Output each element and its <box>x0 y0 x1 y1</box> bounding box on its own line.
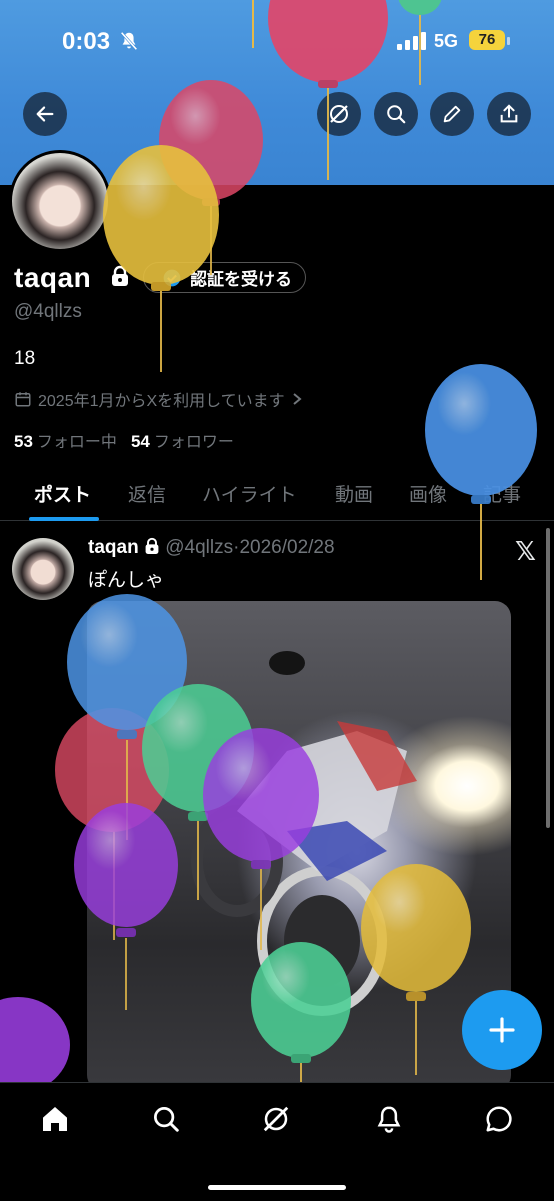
motorcycle-photo <box>191 651 417 1016</box>
tab-replies[interactable]: 返信 <box>128 480 166 507</box>
search-icon <box>387 105 406 124</box>
get-verified-button[interactable]: 認証を受ける <box>143 262 306 293</box>
post-avatar[interactable] <box>12 538 74 600</box>
post-author-handle: @4qllzs <box>165 537 234 558</box>
grok-button[interactable] <box>317 92 361 136</box>
status-time: 0:03 <box>62 28 111 55</box>
post-date: 2026/02/28 <box>239 537 335 558</box>
chevron-right-icon <box>293 393 302 405</box>
back-arrow-icon <box>36 106 54 122</box>
tab-articles[interactable]: 記事 <box>483 480 521 507</box>
messages-icon <box>486 1106 512 1132</box>
x-logo-icon: 𝕏 <box>515 536 536 566</box>
nav-home[interactable] <box>35 1099 75 1139</box>
nav-search[interactable] <box>146 1099 186 1139</box>
nav-grok[interactable] <box>256 1099 296 1139</box>
tab-posts[interactable]: ポスト <box>34 480 91 507</box>
plus-icon <box>489 1017 515 1043</box>
home-indicator <box>208 1185 346 1190</box>
grok-icon <box>263 1106 289 1132</box>
verify-label: 認証を受ける <box>190 270 292 289</box>
profile-tabs: ポスト 返信 ハイライト 動画 画像 記事 <box>0 470 554 521</box>
profile-bio: 18 <box>14 348 36 369</box>
cellular-signal-icon <box>397 32 427 55</box>
following-count: 53 <box>14 432 33 451</box>
follow-stats: 53 フォロー中 54 フォロワー <box>14 428 234 452</box>
balloon-purple-3 <box>0 997 70 1093</box>
profile-handle: @4qllzs <box>14 301 82 322</box>
calendar-icon <box>15 392 31 407</box>
tab-images[interactable]: 画像 <box>409 480 447 507</box>
edit-button[interactable] <box>430 92 474 136</box>
share-button[interactable] <box>487 92 531 136</box>
followers-label: フォロワー <box>153 434 234 451</box>
lock-icon <box>145 537 159 554</box>
network-type: 5G <box>434 31 459 51</box>
silent-bell-icon <box>118 30 140 57</box>
edit-icon <box>443 105 461 123</box>
battery-icon <box>507 37 510 45</box>
profile-avatar[interactable] <box>9 150 111 252</box>
followers-count: 54 <box>130 432 150 451</box>
battery-level: 76 <box>469 30 505 50</box>
joined-text: 2025年1月からXを利用しています <box>38 393 285 410</box>
nav-messages[interactable] <box>479 1099 519 1139</box>
search-icon <box>154 1107 179 1132</box>
compose-post-button[interactable] <box>462 990 542 1070</box>
post-media-image[interactable] <box>87 601 511 1091</box>
post-author-name[interactable]: taqan <box>88 537 139 558</box>
bottom-navigation <box>0 1082 554 1201</box>
notifications-icon <box>377 1106 401 1133</box>
status-bar: 0:03 5G 76 <box>0 28 554 58</box>
following-link[interactable]: 53 フォロー中 <box>14 432 117 451</box>
active-tab-indicator <box>29 517 99 521</box>
post-header: taqan @4qllzs·2026/02/28 <box>88 537 335 559</box>
share-icon <box>500 104 518 123</box>
profile-name: taqan <box>14 262 92 293</box>
tab-videos[interactable]: 動画 <box>335 480 373 507</box>
lock-icon <box>110 265 130 292</box>
scrollbar[interactable] <box>546 528 550 828</box>
following-label: フォロー中 <box>36 434 117 451</box>
post-text: ぽんしゃ <box>88 570 165 591</box>
tab-highlights[interactable]: ハイライト <box>202 480 297 507</box>
back-button[interactable] <box>23 92 67 136</box>
grok-icon <box>330 105 348 123</box>
home-icon <box>43 1107 67 1131</box>
search-button[interactable] <box>374 92 418 136</box>
joined-date[interactable]: 2025年1月からXを利用しています <box>14 387 303 411</box>
followers-link[interactable]: 54 フォロワー <box>130 432 234 451</box>
nav-notifications[interactable] <box>369 1099 409 1139</box>
verified-badge-icon <box>163 269 181 286</box>
